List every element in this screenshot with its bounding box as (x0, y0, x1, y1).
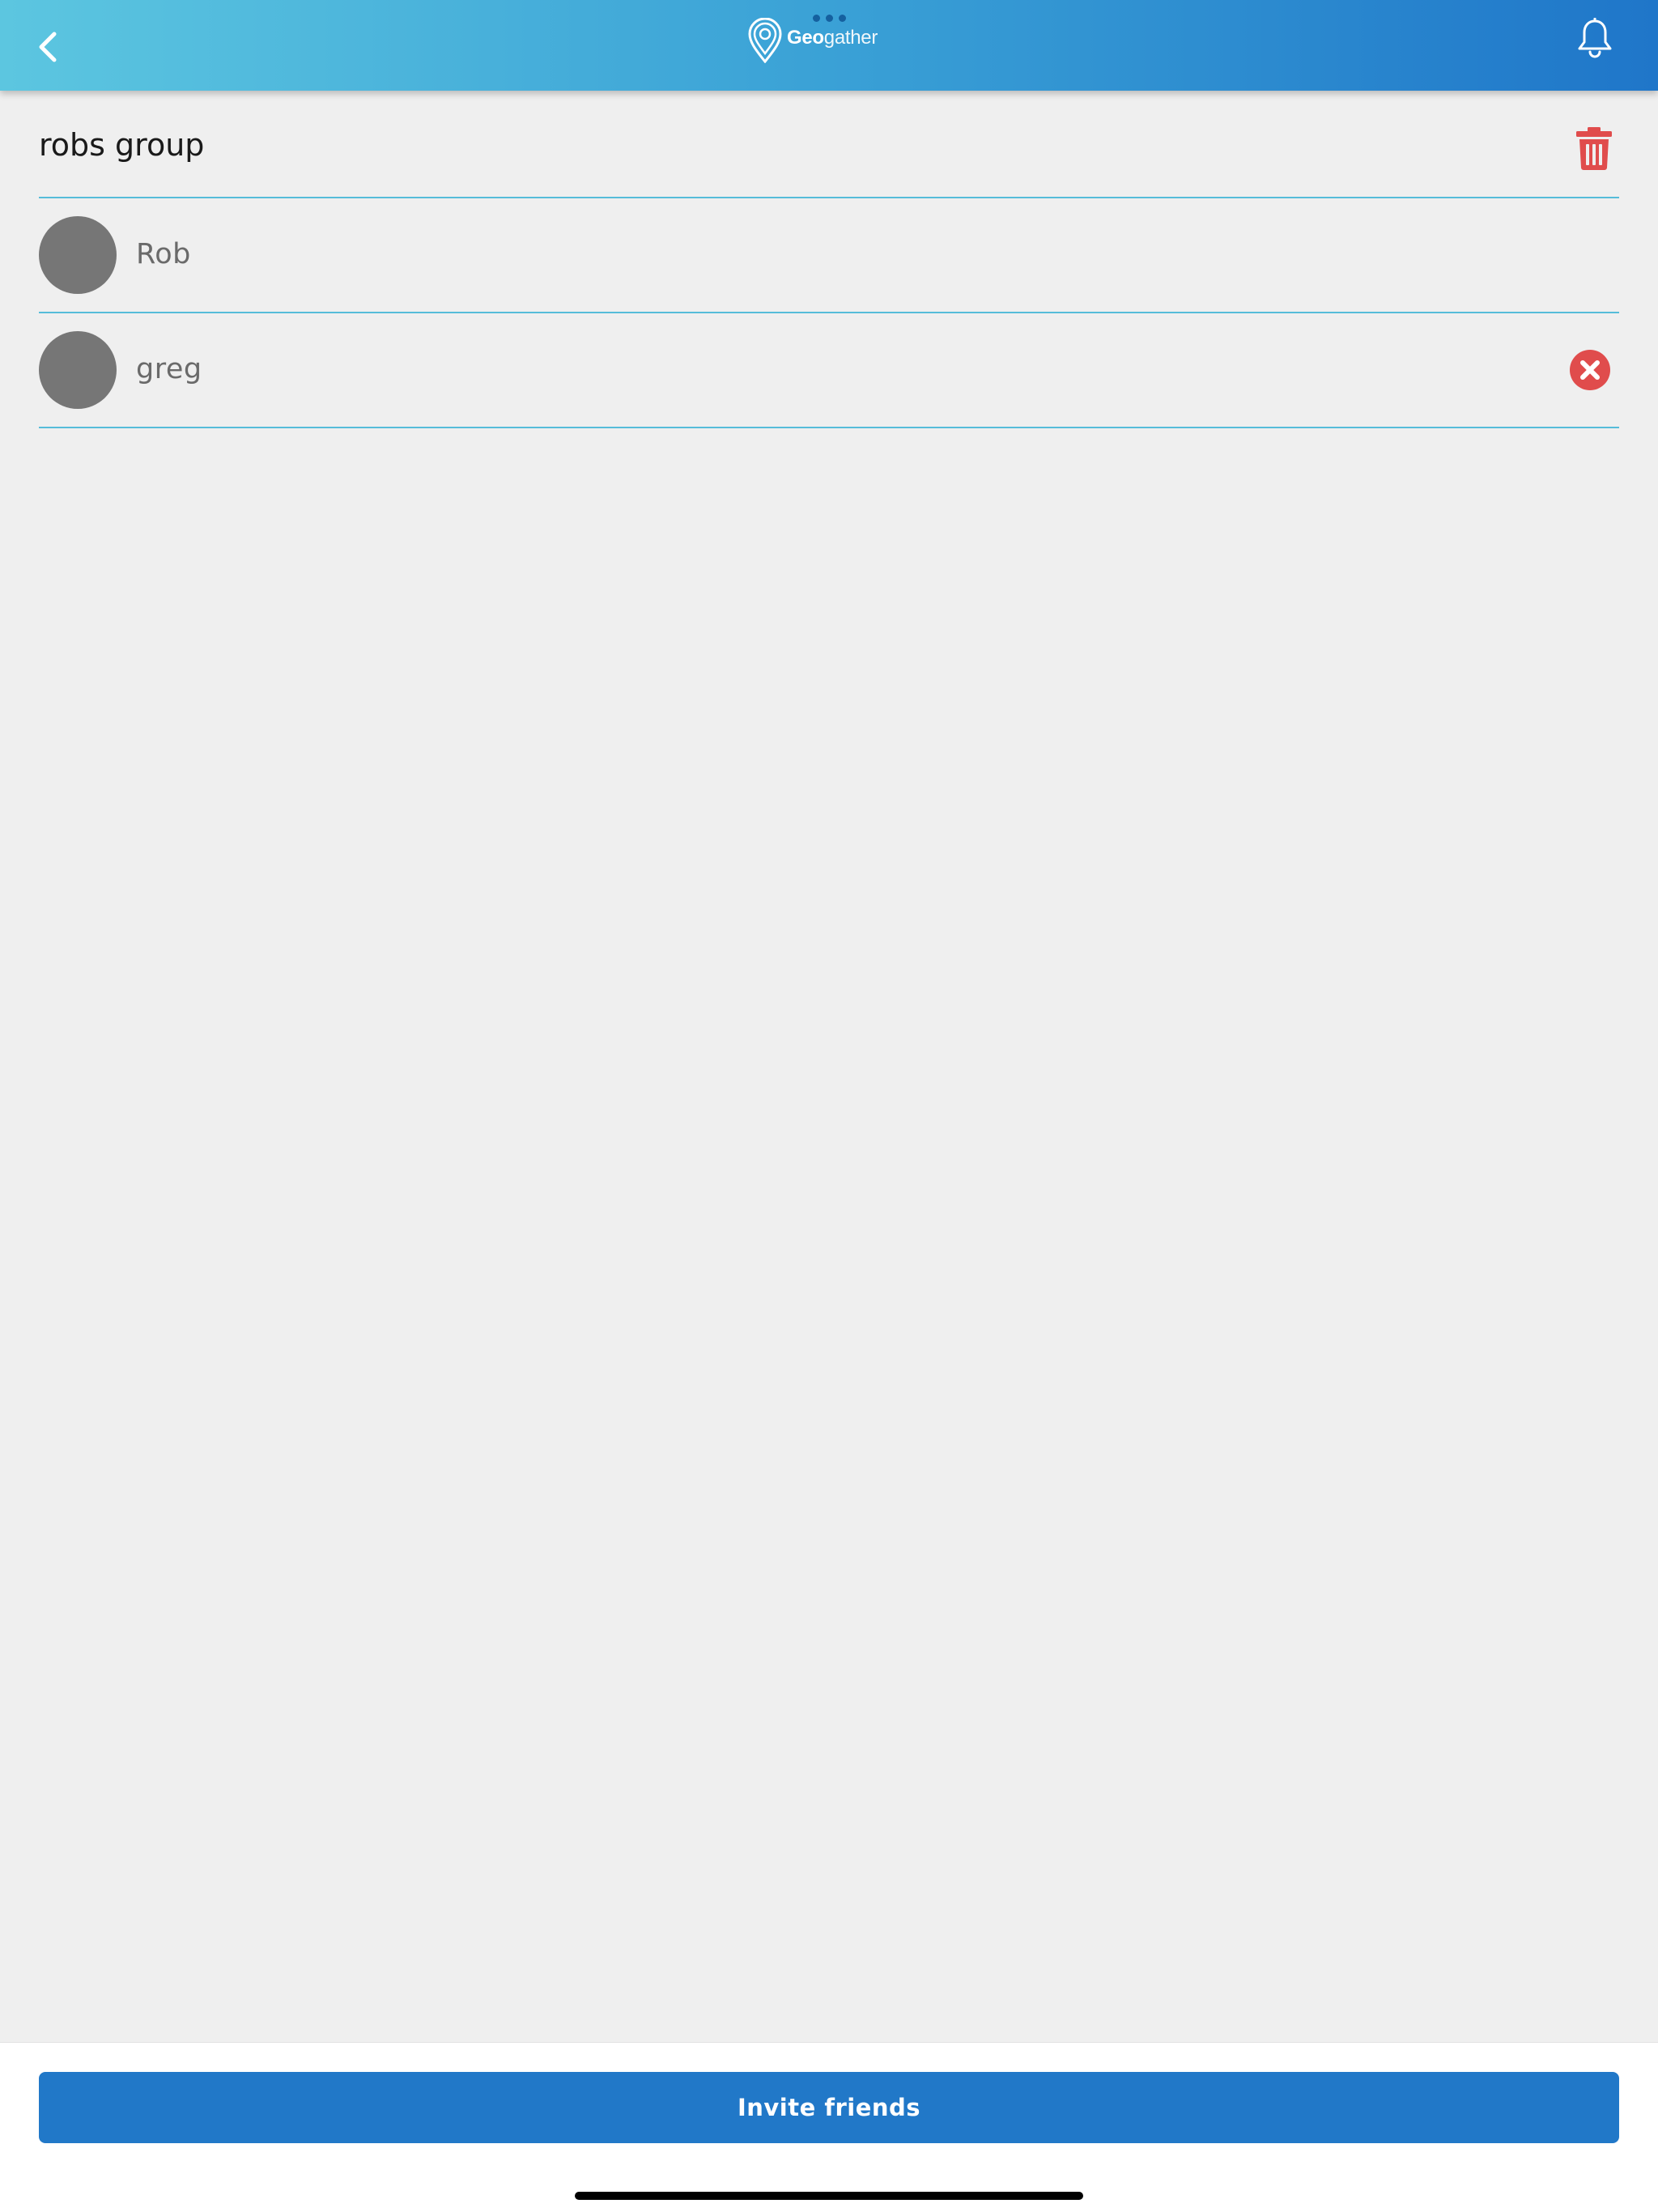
invite-friends-button[interactable]: Invite friends (39, 2072, 1619, 2143)
chevron-left-icon (39, 32, 57, 62)
member-row[interactable]: greg (39, 313, 1619, 428)
group-name: robs group (39, 127, 205, 163)
member-row[interactable]: Rob (39, 198, 1619, 313)
group-header-row: robs group (39, 91, 1619, 198)
group-detail: robs group Rob greg (39, 91, 1619, 428)
footer-bar: Invite friends (0, 2042, 1658, 2212)
member-name: greg (136, 353, 202, 385)
remove-member-button[interactable] (1569, 349, 1611, 391)
notifications-button[interactable] (1572, 15, 1618, 63)
bell-icon (1578, 18, 1612, 58)
map-pin-icon (748, 18, 782, 63)
app-header: Geogather (0, 0, 1658, 91)
avatar (39, 216, 117, 294)
logo-dots (813, 15, 846, 22)
app-logo: Geogather (746, 11, 884, 63)
close-circle-icon (1570, 350, 1610, 390)
avatar (39, 331, 117, 409)
member-name: Rob (136, 238, 191, 270)
trash-icon (1576, 127, 1612, 170)
app-name-bold: Geo (787, 27, 824, 49)
home-indicator (575, 2192, 1083, 2200)
app-name-light: gather (823, 27, 878, 49)
delete-group-button[interactable] (1575, 126, 1613, 170)
app-name: Geogather (787, 27, 878, 49)
back-button[interactable] (24, 23, 73, 71)
